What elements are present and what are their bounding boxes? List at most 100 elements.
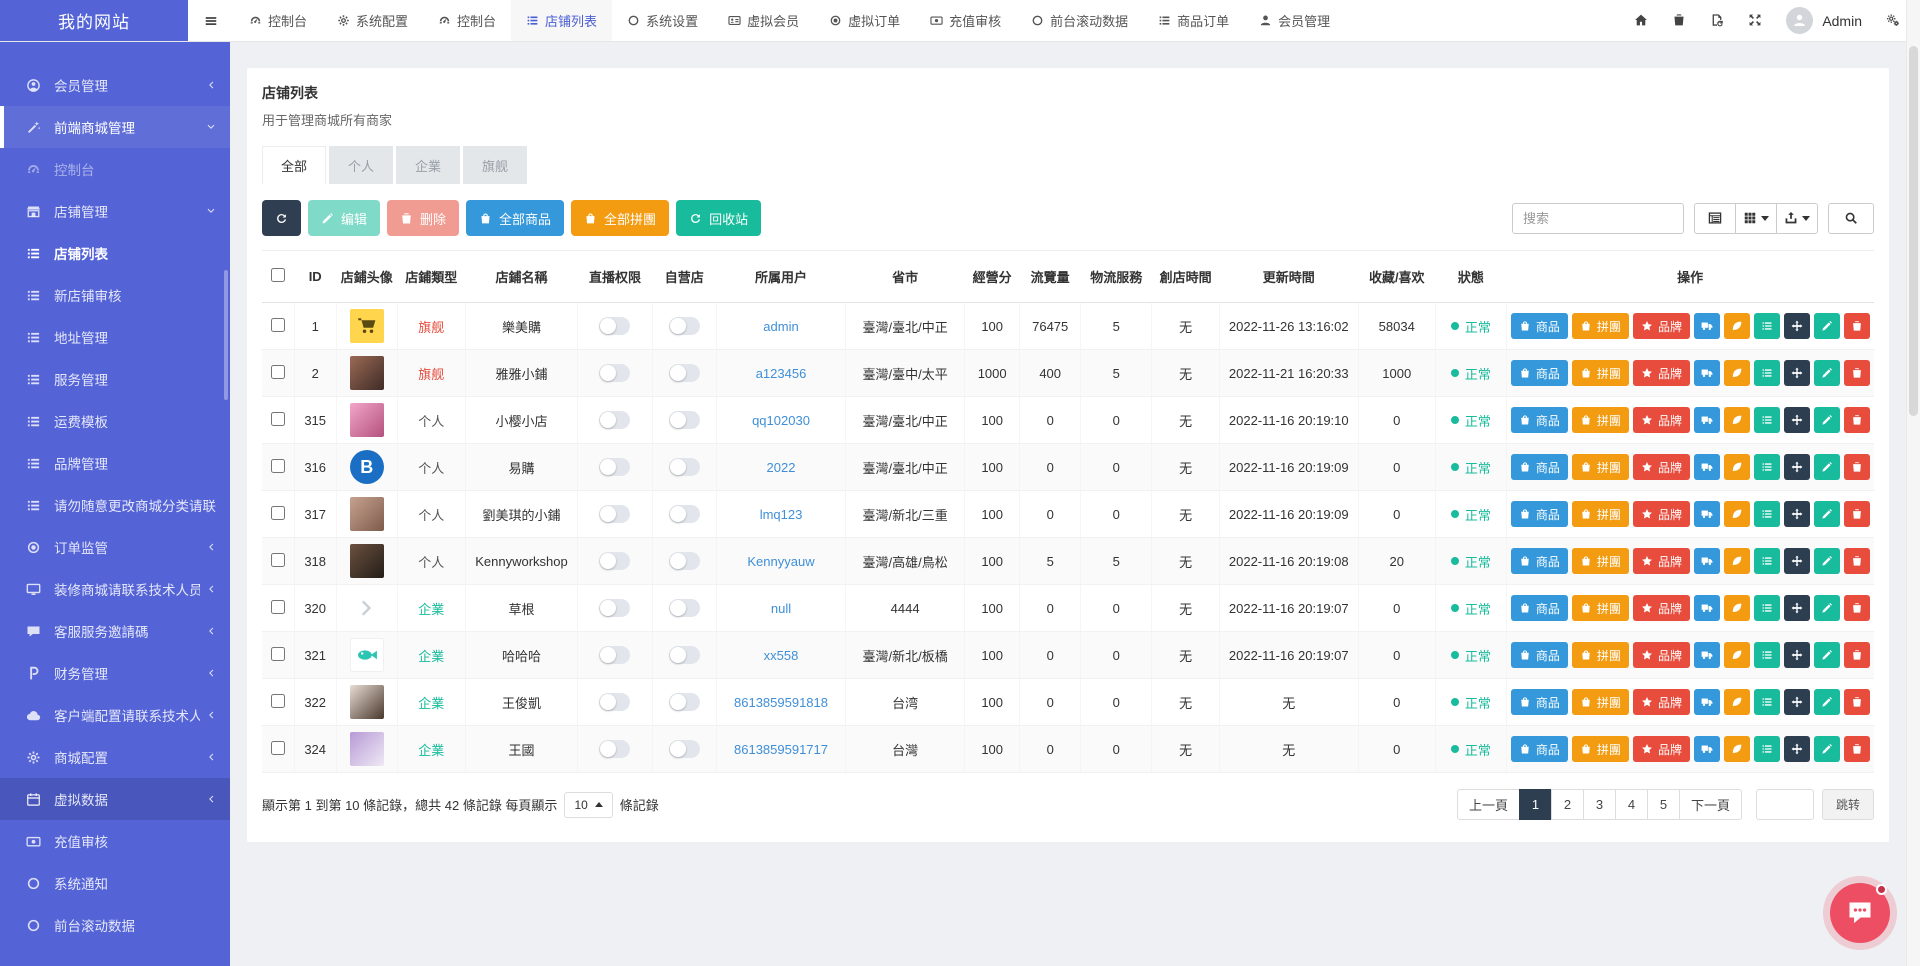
owner-link[interactable]: 2022	[767, 460, 796, 475]
groupbuy-action-button[interactable]: 拼團	[1571, 689, 1629, 715]
delete-action-button[interactable]	[1843, 501, 1870, 527]
nav-tab-8[interactable]: 充值审核	[915, 0, 1016, 41]
delete-action-button[interactable]	[1843, 360, 1870, 386]
home-button[interactable]	[1634, 12, 1648, 30]
move-action-button[interactable]	[1783, 595, 1810, 621]
recycle-bin-button[interactable]: 回收站	[676, 200, 762, 236]
next-page-button[interactable]: 下一頁	[1678, 789, 1742, 820]
self-shop-toggle[interactable]	[668, 411, 700, 429]
live-permission-toggle[interactable]	[599, 693, 631, 711]
self-shop-toggle[interactable]	[668, 599, 700, 617]
shop-avatar[interactable]	[349, 591, 384, 625]
self-shop-toggle[interactable]	[668, 458, 700, 476]
brand-action-button[interactable]: 品牌	[1632, 548, 1690, 574]
edit-action-button[interactable]	[1813, 454, 1840, 480]
sidebar-item-3[interactable]: 控制台	[0, 148, 230, 190]
sidebar-item-10[interactable]: 品牌管理	[0, 442, 230, 484]
nav-tab-3[interactable]: 控制台	[423, 0, 511, 41]
edit-action-button[interactable]	[1813, 736, 1840, 762]
shop-avatar[interactable]	[349, 544, 384, 578]
groupbuy-action-button[interactable]: 拼團	[1571, 313, 1629, 339]
sidebar-item-16[interactable]: 客户端配置请联系技术人员	[0, 694, 230, 736]
live-permission-toggle[interactable]	[599, 505, 631, 523]
delete-action-button[interactable]	[1843, 313, 1870, 339]
goods-action-button[interactable]: 商品	[1510, 407, 1568, 433]
filter-tab-旗舰[interactable]: 旗舰	[463, 146, 527, 184]
brand-action-button[interactable]: 品牌	[1632, 595, 1690, 621]
detail-view-button[interactable]	[1694, 202, 1736, 234]
groupbuy-action-button[interactable]: 拼團	[1571, 501, 1629, 527]
prev-page-button[interactable]: 上一頁	[1456, 789, 1520, 820]
live-permission-toggle[interactable]	[599, 552, 631, 570]
filter-tab-全部[interactable]: 全部	[262, 146, 326, 184]
nav-tab-4[interactable]: 店铺列表	[511, 0, 613, 41]
self-shop-toggle[interactable]	[668, 364, 700, 382]
page-button-1[interactable]: 1	[1518, 789, 1552, 820]
logistics-action-button[interactable]	[1693, 360, 1720, 386]
goods-action-button[interactable]: 商品	[1510, 360, 1568, 386]
sidebar-item-15[interactable]: 财务管理	[0, 652, 230, 694]
delete-action-button[interactable]	[1843, 642, 1870, 668]
nav-tab-11[interactable]: 会员管理	[1244, 0, 1345, 41]
goods-action-button[interactable]: 商品	[1510, 736, 1568, 762]
jump-page-input[interactable]	[1755, 789, 1814, 820]
page-button-5[interactable]: 5	[1646, 789, 1680, 820]
nav-tab-10[interactable]: 商品订单	[1143, 0, 1244, 41]
shop-avatar[interactable]	[349, 403, 384, 437]
live-permission-toggle[interactable]	[599, 599, 631, 617]
leaf-action-button[interactable]	[1723, 313, 1750, 339]
sidebar-item-4[interactable]: 店铺管理	[0, 190, 230, 232]
shop-avatar[interactable]	[349, 685, 384, 719]
delete-action-button[interactable]	[1843, 736, 1870, 762]
detail-list-action-button[interactable]	[1753, 454, 1780, 480]
detail-list-action-button[interactable]	[1753, 595, 1780, 621]
search-button[interactable]	[1828, 202, 1874, 234]
nav-tab-7[interactable]: 虚拟订单	[814, 0, 915, 41]
sidebar-item-11[interactable]: 请勿随意更改商城分类请联系技术人员	[0, 484, 230, 526]
owner-link[interactable]: qq102030	[752, 413, 810, 428]
delete-button[interactable]: 删除	[387, 200, 460, 236]
row-checkbox[interactable]	[270, 317, 285, 332]
page-button-2[interactable]: 2	[1550, 789, 1584, 820]
sidebar-toggle-button[interactable]	[188, 0, 234, 41]
live-permission-toggle[interactable]	[599, 646, 631, 664]
logistics-action-button[interactable]	[1693, 313, 1720, 339]
row-checkbox[interactable]	[270, 364, 285, 379]
owner-link[interactable]: lmq123	[760, 507, 803, 522]
groupbuy-action-button[interactable]: 拼團	[1571, 360, 1629, 386]
fullscreen-button[interactable]	[1748, 12, 1762, 30]
leaf-action-button[interactable]	[1723, 595, 1750, 621]
nav-tab-2[interactable]: 系统配置	[322, 0, 423, 41]
brand-action-button[interactable]: 品牌	[1632, 313, 1690, 339]
logistics-action-button[interactable]	[1693, 407, 1720, 433]
shop-avatar[interactable]	[349, 732, 384, 766]
brand-action-button[interactable]: 品牌	[1632, 407, 1690, 433]
groupbuy-action-button[interactable]: 拼團	[1571, 595, 1629, 621]
self-shop-toggle[interactable]	[668, 646, 700, 664]
all-groupbuy-button[interactable]: 全部拼團	[571, 200, 670, 236]
shop-avatar[interactable]: B	[349, 450, 384, 484]
leaf-action-button[interactable]	[1723, 642, 1750, 668]
detail-list-action-button[interactable]	[1753, 360, 1780, 386]
brand-action-button[interactable]: 品牌	[1632, 689, 1690, 715]
move-action-button[interactable]	[1783, 642, 1810, 668]
delete-action-button[interactable]	[1843, 548, 1870, 574]
logistics-action-button[interactable]	[1693, 595, 1720, 621]
row-checkbox[interactable]	[270, 411, 285, 426]
detail-list-action-button[interactable]	[1753, 689, 1780, 715]
detail-list-action-button[interactable]	[1753, 642, 1780, 668]
logistics-action-button[interactable]	[1693, 548, 1720, 574]
edit-action-button[interactable]	[1813, 313, 1840, 339]
chat-widget-button[interactable]	[1830, 883, 1890, 943]
shop-avatar[interactable]	[349, 309, 384, 343]
sidebar-item-7[interactable]: 地址管理	[0, 316, 230, 358]
columns-button[interactable]	[1735, 202, 1777, 234]
nav-tab-1[interactable]: 控制台	[234, 0, 322, 41]
move-action-button[interactable]	[1783, 407, 1810, 433]
delete-action-button[interactable]	[1843, 454, 1870, 480]
move-action-button[interactable]	[1783, 454, 1810, 480]
page-button-4[interactable]: 4	[1614, 789, 1648, 820]
nav-tab-9[interactable]: 前台滚动数据	[1016, 0, 1143, 41]
sidebar-item-19[interactable]: 充值审核	[0, 820, 230, 862]
nav-tab-5[interactable]: 系统设置	[612, 0, 713, 41]
